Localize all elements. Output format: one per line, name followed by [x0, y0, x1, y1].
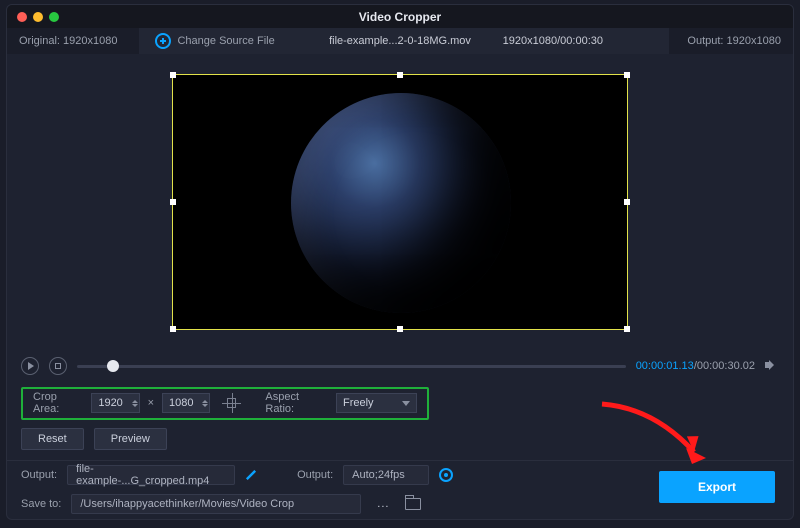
output-res: 1920x1080: [727, 35, 781, 47]
output-file-label: Output:: [21, 469, 57, 481]
edit-filename-icon[interactable]: [243, 467, 260, 484]
crop-handle-n[interactable]: [397, 72, 403, 78]
output-label: Output:: [687, 35, 723, 47]
settings-gear-icon[interactable]: [439, 468, 453, 482]
chevron-down-icon: [402, 401, 410, 406]
crop-handle-ne[interactable]: [624, 72, 630, 78]
save-to-label: Save to:: [21, 498, 61, 510]
preview-button[interactable]: Preview: [94, 428, 167, 450]
output-res-tab: Output: 1920x1080: [669, 28, 793, 53]
output-format: Auto;24fps: [352, 469, 405, 481]
window-title: Video Cropper: [7, 10, 793, 24]
crop-handle-s[interactable]: [397, 326, 403, 332]
play-button[interactable]: [21, 357, 39, 375]
action-buttons: Reset Preview: [21, 428, 779, 450]
crop-height-value: 1080: [169, 397, 193, 409]
output-filename: file-example-...G_cropped.mp4: [76, 463, 226, 487]
crop-area-label: Crop Area:: [33, 391, 83, 415]
seek-track: [77, 365, 626, 368]
time-current: 00:00:01.13: [636, 360, 694, 372]
preview-area: [7, 54, 793, 350]
crop-controls: Crop Area: 1920 × 1080 Aspect Ratio: Fre…: [21, 387, 429, 420]
preview-label: Preview: [111, 433, 150, 445]
crop-handle-nw[interactable]: [170, 72, 176, 78]
volume-icon[interactable]: [765, 359, 779, 373]
crop-frame[interactable]: [172, 74, 628, 330]
crop-handle-e[interactable]: [624, 199, 630, 205]
aspect-ratio-label: Aspect Ratio:: [265, 391, 328, 415]
crop-handle-se[interactable]: [624, 326, 630, 332]
export-label: Export: [698, 480, 736, 494]
stop-icon: [55, 363, 61, 369]
output-filename-field[interactable]: file-example-...G_cropped.mp4: [67, 465, 235, 485]
playback-bar: 00:00:01.13/00:00:30.02: [7, 350, 793, 383]
aspect-ratio-select[interactable]: Freely: [336, 393, 417, 413]
browse-path-button[interactable]: ...: [371, 498, 395, 510]
crop-height-stepper[interactable]: [202, 400, 208, 407]
crop-width-stepper[interactable]: [132, 400, 138, 407]
header-strip: Original: 1920x1080 Change Source File f…: [7, 28, 793, 53]
crop-width-input[interactable]: 1920: [91, 393, 139, 413]
play-icon: [28, 362, 34, 370]
output-format-label: Output:: [297, 469, 333, 481]
center-crop-icon[interactable]: [222, 393, 241, 413]
source-res-duration: 1920x1080/00:00:30: [503, 35, 603, 47]
time-display: 00:00:01.13/00:00:30.02: [636, 360, 755, 372]
stop-button[interactable]: [49, 357, 67, 375]
crop-height-input[interactable]: 1080: [162, 393, 210, 413]
titlebar: Video Cropper: [7, 5, 793, 28]
crop-handle-w[interactable]: [170, 199, 176, 205]
open-folder-icon[interactable]: [405, 498, 421, 510]
export-button[interactable]: Export: [659, 471, 775, 503]
output-format-field[interactable]: Auto;24fps: [343, 465, 429, 485]
seek-slider[interactable]: [77, 359, 626, 373]
time-total: 00:00:30.02: [697, 360, 755, 372]
save-path-field[interactable]: /Users/ihappyacethinker/Movies/Video Cro…: [71, 494, 361, 514]
reset-button[interactable]: Reset: [21, 428, 84, 450]
reset-label: Reset: [38, 433, 67, 445]
seek-knob[interactable]: [107, 360, 119, 372]
save-path: /Users/ihappyacethinker/Movies/Video Cro…: [80, 498, 294, 510]
video-thumbnail: [291, 93, 511, 313]
crop-handle-sw[interactable]: [170, 326, 176, 332]
aspect-ratio-value: Freely: [343, 397, 374, 409]
crop-width-value: 1920: [98, 397, 122, 409]
multiply-sign: ×: [148, 397, 154, 409]
